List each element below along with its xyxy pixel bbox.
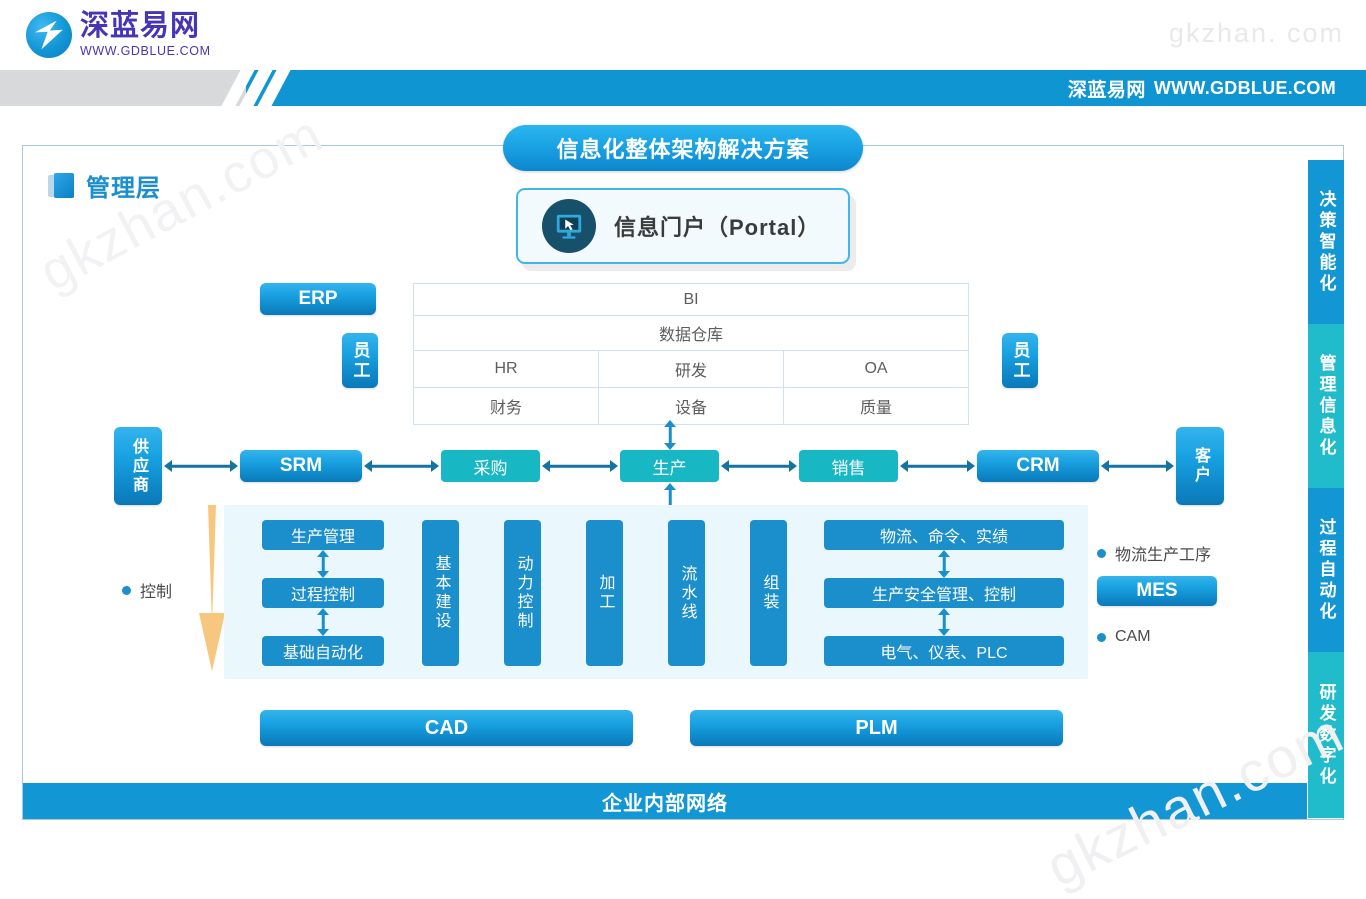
arrow-r1-to-r2 xyxy=(937,550,951,578)
logo-icon xyxy=(26,12,72,58)
legend-logistics-process: 物流生产工序 xyxy=(1097,541,1211,565)
sidebar-item-decision[interactable]: 决策智能化 xyxy=(1308,160,1344,324)
arrow-production-sales xyxy=(721,459,797,473)
mes-button[interactable]: MES xyxy=(1097,576,1217,606)
arrow-srm-purchase xyxy=(364,459,439,473)
logo-text-block: 深蓝易网 WWW.GDBLUE.COM xyxy=(80,12,211,58)
pillar-label: 加工 xyxy=(596,574,614,612)
table-row: BI xyxy=(413,283,969,316)
cell-datawarehouse: 数据仓库 xyxy=(413,315,969,351)
erp-button[interactable]: ERP xyxy=(260,283,376,315)
table-row: 数据仓库 xyxy=(413,315,969,351)
sidebar-item-label: 研发数字化 xyxy=(1316,682,1336,788)
management-layer-text: 管理层 xyxy=(86,175,161,202)
table-row: HR 研发 OA xyxy=(413,350,969,388)
supplier-label: 供应商 xyxy=(130,437,147,495)
arrow-supplier-srm xyxy=(164,459,238,473)
mes-pillar-assembly[interactable]: 组装 xyxy=(750,520,787,666)
mes-pillar-assembly-line[interactable]: 流水线 xyxy=(668,520,705,666)
sidebar-item-label: 决策智能化 xyxy=(1316,189,1336,295)
purchase-box[interactable]: 采购 xyxy=(441,450,540,482)
employee-right-label: 员工 xyxy=(1010,340,1030,381)
sidebar-item-label: 过程自动化 xyxy=(1316,517,1336,623)
arrow-table-to-production xyxy=(663,420,677,450)
legend-logistics-label: 物流生产工序 xyxy=(1115,547,1212,564)
arrow-pm-to-pc xyxy=(316,550,330,578)
cell-finance: 财务 xyxy=(413,387,599,425)
plm-button[interactable]: PLM xyxy=(690,710,1063,746)
legend-cam-label: CAM xyxy=(1115,628,1151,645)
customer-box: 客户 xyxy=(1176,427,1224,505)
portal-label: 信息门户（Portal） xyxy=(614,215,821,240)
pillar-label: 组装 xyxy=(760,574,778,612)
management-layer-label: 管理层 xyxy=(48,168,161,203)
sales-box[interactable]: 销售 xyxy=(799,450,898,482)
bullet-icon xyxy=(122,585,131,595)
arrow-r2-to-r3 xyxy=(937,608,951,636)
brand-band: 深蓝易网 WWW.GDBLUE.COM xyxy=(0,70,1366,106)
brand-band-cn: 深蓝易网 xyxy=(1067,79,1146,101)
cell-hr: HR xyxy=(413,350,599,388)
mes-logistics-command-performance[interactable]: 物流、命令、实绩 xyxy=(824,520,1064,550)
employee-left-label: 员工 xyxy=(350,340,370,381)
mes-electrical-instrument-plc[interactable]: 电气、仪表、PLC xyxy=(824,636,1064,666)
mes-production-safety-control[interactable]: 生产安全管理、控制 xyxy=(824,578,1064,608)
mes-pillar-infrastructure[interactable]: 基本建设 xyxy=(422,520,459,666)
mes-pillar-power-control[interactable]: 动力控制 xyxy=(504,520,541,666)
cell-oa: OA xyxy=(783,350,969,388)
customer-label: 客户 xyxy=(1192,447,1209,485)
mes-pillar-machining[interactable]: 加工 xyxy=(586,520,623,666)
arrow-purchase-production xyxy=(542,459,618,473)
bullet-icon xyxy=(1097,632,1106,642)
mes-process-control[interactable]: 过程控制 xyxy=(262,578,384,608)
crm-button[interactable]: CRM xyxy=(977,450,1099,482)
layers-icon xyxy=(48,172,75,199)
control-legend-label: 控制 xyxy=(140,584,173,601)
right-sidebar: 决策智能化 管理信息化 过程自动化 研发数字化 xyxy=(1308,160,1344,818)
cad-button[interactable]: CAD xyxy=(260,710,633,746)
employee-left-box: 员工 xyxy=(342,333,378,388)
arrow-sales-crm xyxy=(900,459,975,473)
down-arrow-icon xyxy=(197,505,227,671)
pillar-label: 动力控制 xyxy=(514,555,532,631)
logo-title-en: WWW.GDBLUE.COM xyxy=(80,44,211,59)
sidebar-item-label: 管理信息化 xyxy=(1316,353,1336,459)
cell-bi: BI xyxy=(413,283,969,316)
pillar-label: 基本建设 xyxy=(432,555,450,631)
employee-right-box: 员工 xyxy=(1002,333,1038,388)
brand-band-text: 深蓝易网 WWW.GDBLUE.COM xyxy=(1068,70,1336,106)
legend-cam: CAM xyxy=(1097,628,1151,646)
pillar-label: 流水线 xyxy=(678,564,696,622)
production-box[interactable]: 生产 xyxy=(620,450,719,482)
srm-button[interactable]: SRM xyxy=(240,450,362,482)
cell-equipment: 设备 xyxy=(598,387,784,425)
sidebar-item-management[interactable]: 管理信息化 xyxy=(1308,324,1344,488)
cell-rd: 研发 xyxy=(598,350,784,388)
control-legend: 控制 xyxy=(122,578,172,602)
erp-modules-table: BI 数据仓库 HR 研发 OA 财务 设备 质量 xyxy=(413,283,969,425)
bullet-icon xyxy=(1097,548,1106,558)
site-logo[interactable]: 深蓝易网 WWW.GDBLUE.COM xyxy=(26,12,211,58)
brand-band-url: WWW.GDBLUE.COM xyxy=(1153,77,1336,98)
arrow-pc-to-ba xyxy=(316,608,330,636)
portal-card[interactable]: 信息门户（Portal） xyxy=(516,188,850,264)
diagram-title: 信息化整体架构解决方案 xyxy=(503,125,863,171)
mes-basic-automation[interactable]: 基础自动化 xyxy=(262,636,384,666)
sidebar-item-rd[interactable]: 研发数字化 xyxy=(1308,652,1344,818)
supplier-box: 供应商 xyxy=(114,427,162,505)
monitor-icon xyxy=(542,199,596,253)
top-bar: 深蓝易网 WWW.GDBLUE.COM xyxy=(0,0,1366,70)
internal-network-bar: 企业内部网络 xyxy=(23,783,1307,819)
mes-production-management[interactable]: 生产管理 xyxy=(262,520,384,550)
arrow-crm-customer xyxy=(1101,459,1174,473)
cell-quality: 质量 xyxy=(783,387,969,425)
sidebar-item-process[interactable]: 过程自动化 xyxy=(1308,488,1344,652)
table-row: 财务 设备 质量 xyxy=(413,387,969,425)
logo-title-cn: 深蓝易网 xyxy=(80,10,201,43)
